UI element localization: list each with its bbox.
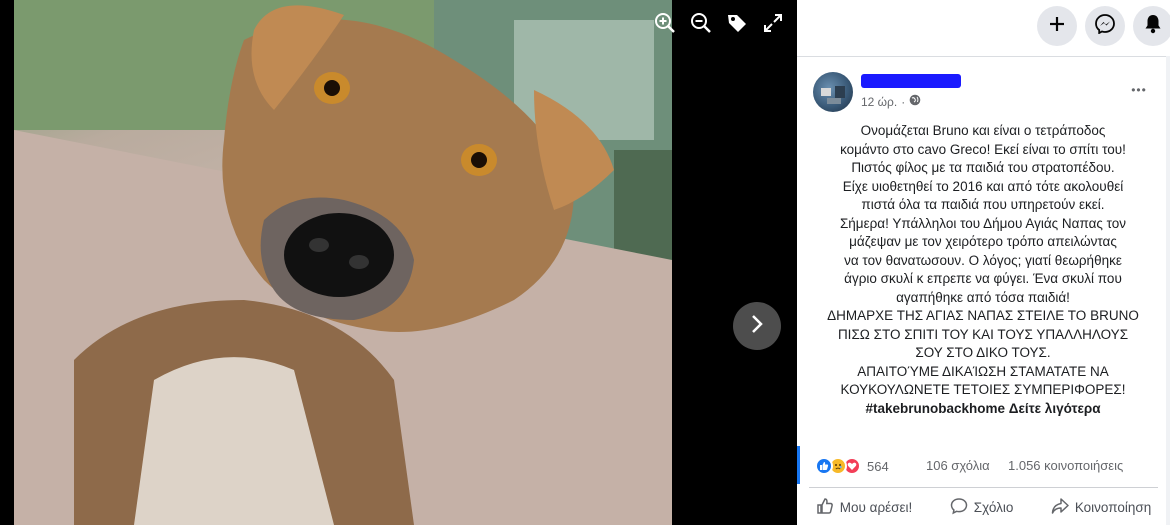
more-dots-icon: •••	[1131, 83, 1147, 97]
like-button[interactable]: Μου αρέσει!	[810, 493, 919, 522]
like-label: Μου αρέσει!	[839, 500, 913, 515]
see-less-link[interactable]: Δείτε λιγότερα	[1009, 401, 1101, 416]
post-text-line: άγριο σκυλί κ επρεπε να φύγει. Ένα σκυλί…	[844, 271, 1122, 286]
post-text-line: ΣΟΥ ΣΤΟ ΔΙΚΟ ΤΟΥΣ.	[915, 345, 1051, 360]
post-text-last-line: #takebrunobackhome Δείτε λιγότερα	[813, 400, 1153, 419]
tag-icon[interactable]	[724, 10, 750, 36]
meta-separator: ·	[901, 94, 906, 109]
shares-count[interactable]: 1.056 κοινοποιήσεις	[1008, 458, 1123, 473]
post-text-line: ΚΟΥΚΟΥΛΩΝΕΤΕ ΤΕΤΟΙΕΣ ΣΥΜΠΕΡΙΦΟΡΕΣ!	[840, 382, 1126, 397]
zoom-out-icon[interactable]	[688, 10, 714, 36]
like-reaction-icon	[815, 457, 833, 475]
hashtag-link[interactable]: #takebrunobackhome	[865, 401, 1005, 416]
share-label: Κοινοποίηση	[1074, 500, 1152, 515]
author-name-redacted[interactable]	[861, 74, 961, 88]
dog-right-pupil	[471, 152, 487, 168]
post-options-button[interactable]: •••	[1125, 80, 1153, 100]
post-panel: 12 ώρ. · ••• Ονομάζεται Bruno και είναι …	[797, 0, 1170, 525]
avatar[interactable]	[813, 72, 853, 112]
bell-icon	[1144, 14, 1162, 39]
photo-viewer	[0, 0, 797, 525]
post-stats: 564 106 σχόλια 1.056 κοινοποιήσεις	[797, 446, 1170, 484]
post-text-line: ΑΠΑΙΤΟΎΜΕ ΔΙΚΑΊΩΣΗ ΣΤΑΜΑΤΑΤΕ ΝΑ	[857, 363, 1109, 379]
notifications-button[interactable]	[1133, 6, 1170, 46]
comments-count[interactable]: 106 σχόλια	[926, 458, 990, 473]
dog-photo-illustration	[14, 0, 672, 525]
top-bar	[797, 0, 1170, 56]
dog-left-pupil	[324, 80, 340, 96]
post-text-line: να τον θανατωσουν. Ο λόγος; γιατί θεωρήθ…	[844, 252, 1122, 268]
create-button[interactable]	[1037, 6, 1077, 46]
comment-button[interactable]: Σχόλιο	[944, 493, 1020, 522]
post-text-line: μάζεψαν με τον χειρότερο τρόπο απειλώντα…	[849, 234, 1117, 249]
fullscreen-icon[interactable]	[760, 10, 786, 36]
reactions-count: 564	[867, 458, 889, 474]
viewer-toolbar	[652, 10, 786, 36]
post-actions: Μου αρέσει! Σχόλιο Κοινοποίηση	[797, 490, 1170, 525]
dog-nostril-left	[309, 238, 329, 252]
post-text-line: αγαπήθηκε από τόσα παιδιά!	[896, 289, 1070, 305]
globe-icon	[909, 94, 921, 109]
top-divider	[797, 56, 1170, 57]
post-text-line: Σήμερα! Υπάλληλοι του Δήμου Αγιάς Ναπας …	[839, 215, 1127, 231]
chevron-right-icon	[748, 313, 766, 340]
thumbs-up-icon	[816, 497, 834, 518]
post-text-line: πιστά όλα τα παιδιά που υπηρετούν εκεί.	[861, 197, 1105, 212]
comment-label: Σχόλιο	[973, 500, 1014, 515]
post-text: Ονομάζεται Bruno και είναι ο τετράποδος …	[813, 122, 1153, 418]
comment-icon	[950, 497, 968, 518]
messenger-icon	[1095, 13, 1115, 39]
post-text-line: Ονομάζεται Bruno και είναι ο τετράποδος	[860, 123, 1106, 138]
photo-background-window	[514, 20, 654, 140]
post-text-line: ΠΙΣΩ ΣΤΟ ΣΠΙΤΙ ΤΟΥ ΚΑΙ ΤΟΥΣ ΥΠΑΛΛΗΛΟΥΣ	[837, 326, 1129, 342]
plus-icon	[1049, 16, 1065, 37]
post-text-line: ΔΗΜΑΡΧΕ ΤΗΣ ΑΓΙΑΣ ΝΑΠΑΣ ΣΤΕΙΛΕ ΤΟ BRUNO	[827, 308, 1139, 323]
messenger-button[interactable]	[1085, 6, 1125, 46]
post-text-line: Πιστός φίλος με τα παιδιά του στρατοπέδο…	[851, 160, 1115, 175]
post-text-line: κομάντο στο cavo Greco! Εκεί είναι το σπ…	[840, 141, 1126, 157]
dog-nostril-right	[349, 255, 369, 269]
post-meta: 12 ώρ. ·	[861, 94, 921, 109]
post-header: 12 ώρ. · •••	[813, 72, 1153, 116]
actions-divider	[809, 487, 1158, 488]
panel-scrollbar[interactable]	[1166, 56, 1170, 525]
post-photo[interactable]	[14, 0, 672, 525]
share-button[interactable]: Κοινοποίηση	[1045, 493, 1157, 522]
share-arrow-icon	[1051, 497, 1069, 518]
post-time[interactable]: 12 ώρ.	[861, 95, 897, 109]
zoom-in-icon[interactable]	[652, 10, 678, 36]
next-photo-button[interactable]	[733, 302, 781, 350]
dog-nose	[284, 213, 394, 297]
post-text-line: Είχε υιοθετηθεί το 2016 και από τότε ακο…	[842, 178, 1124, 194]
reactions-summary[interactable]: 564	[815, 457, 889, 475]
